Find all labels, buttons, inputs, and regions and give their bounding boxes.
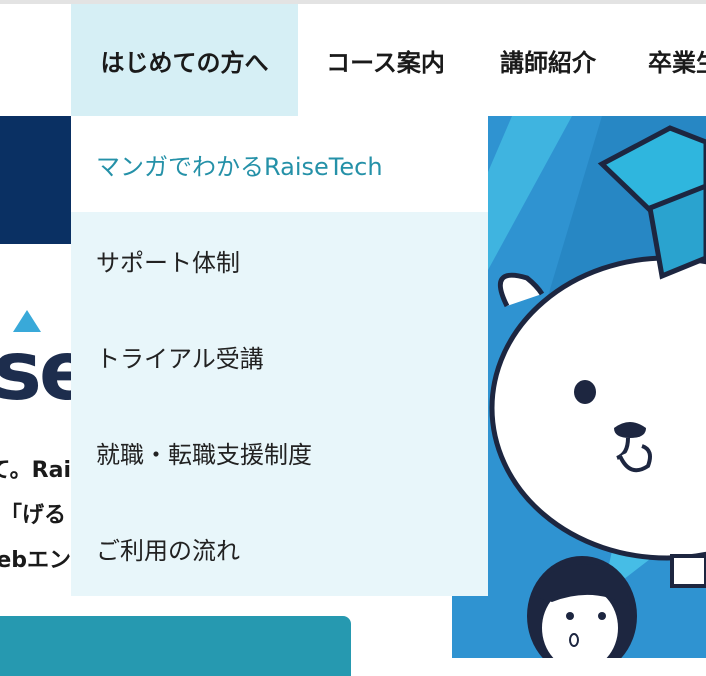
dropdown-item-label: サポート体制	[96, 248, 240, 277]
dropdown-menu: マンガでわかるRaiseTech サポート体制 トライアル受講 就職・転職支援制…	[71, 116, 488, 596]
dropdown-item-label: トライアル受講	[96, 344, 264, 373]
nav-item-courses[interactable]: コース案内	[298, 4, 473, 116]
dropdown-item-label: ご利用の流れ	[96, 536, 240, 565]
dropdown-item-flow[interactable]: ご利用の流れ	[71, 500, 488, 596]
nav-item-graduates[interactable]: 卒業生	[623, 4, 706, 116]
hero-text-line: ebエン	[0, 548, 71, 573]
mascot-illustration	[452, 116, 706, 658]
hero-text-line: げる」	[0, 503, 67, 528]
nav-item-label: 講師紹介	[500, 48, 596, 77]
nav-item-label: コース案内	[326, 48, 445, 77]
dropdown-item-label: マンガでわかるRaiseTech	[96, 152, 383, 181]
dropdown-item-career-support[interactable]: 就職・転職支援制度	[71, 404, 488, 500]
dropdown-item-manga[interactable]: マンガでわかるRaiseTech	[71, 116, 488, 212]
nav-item-instructors[interactable]: 講師紹介	[473, 4, 623, 116]
mascot-svg	[452, 116, 706, 658]
nav-item-label: はじめての方へ	[100, 48, 269, 77]
dropdown-item-label: 就職・転職支援制度	[96, 440, 312, 469]
hero-banner	[0, 116, 71, 244]
nav-item-first-time[interactable]: はじめての方へ	[71, 4, 298, 116]
hero-text-line: て。Rai	[0, 458, 71, 483]
cta-button[interactable]	[0, 616, 351, 676]
main-nav: はじめての方へ コース案内 講師紹介 卒業生	[0, 4, 706, 116]
raisetech-logo: ise	[0, 310, 71, 410]
logo-text: ise	[0, 324, 71, 410]
nav-item-label: 卒業生	[648, 48, 706, 77]
dropdown-item-trial[interactable]: トライアル受講	[71, 308, 488, 404]
dropdown-item-support[interactable]: サポート体制	[71, 212, 488, 308]
